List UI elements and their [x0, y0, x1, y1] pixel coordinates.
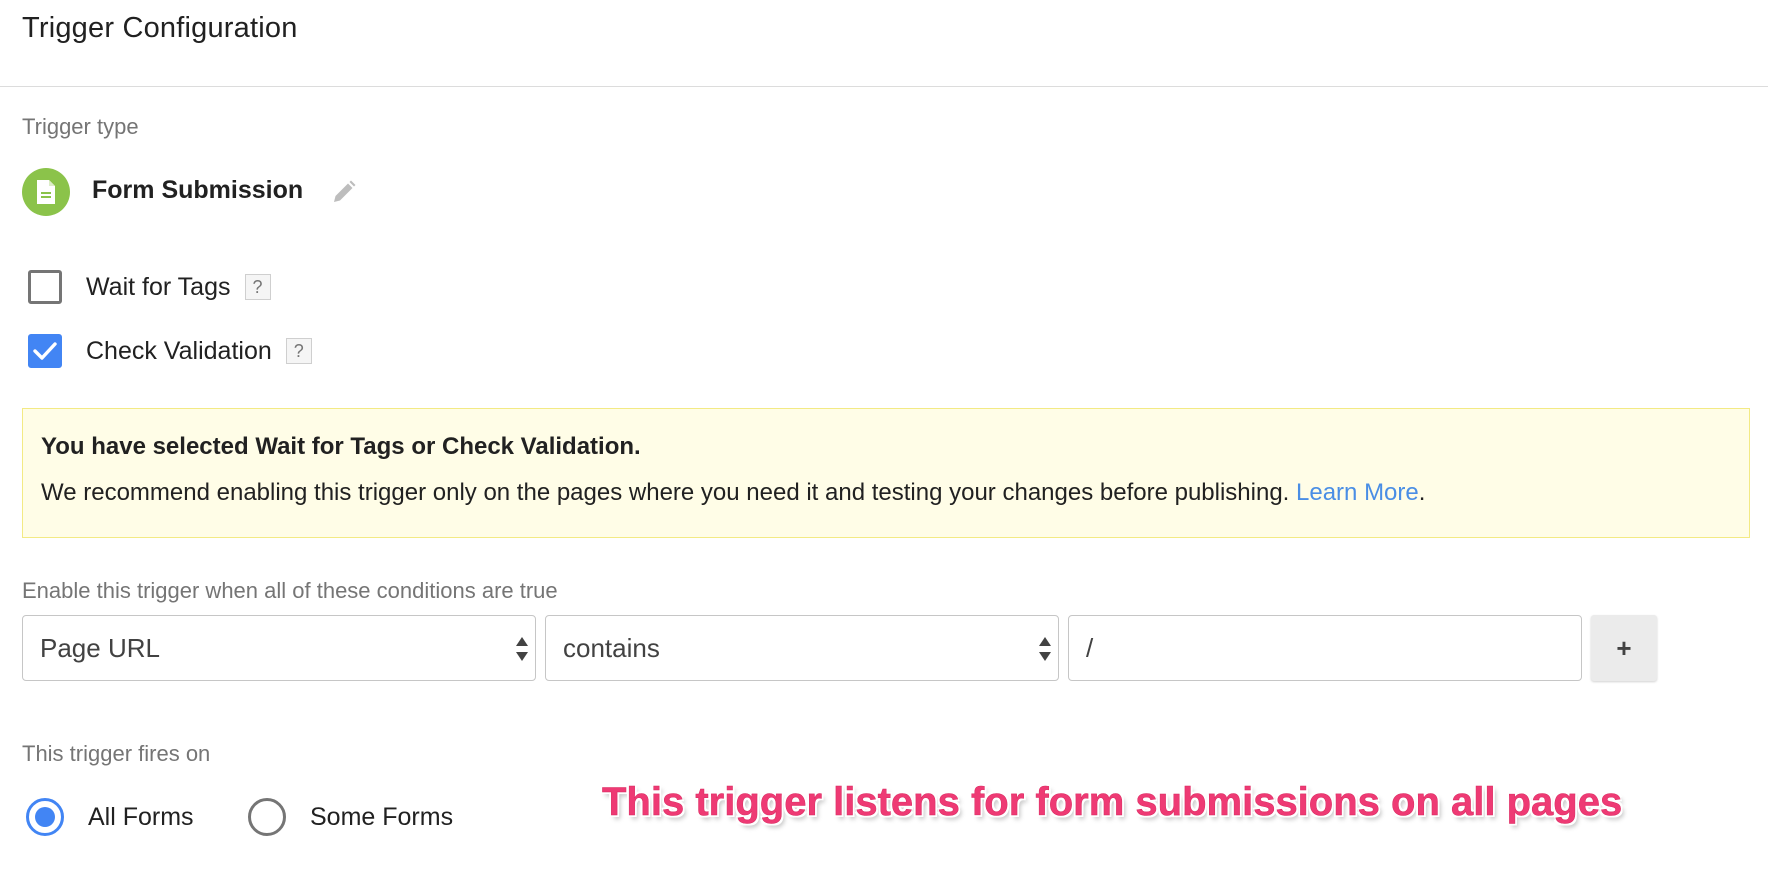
- all-forms-radio[interactable]: [26, 798, 64, 836]
- page-title: Trigger Configuration: [22, 12, 298, 44]
- checkmark-icon: [33, 342, 57, 360]
- condition-value-input[interactable]: [1068, 615, 1582, 681]
- trigger-configuration-page: Trigger Configuration Trigger type Form …: [0, 0, 1768, 870]
- check-validation-label: Check Validation: [86, 336, 272, 365]
- learn-more-link[interactable]: Learn More: [1296, 479, 1419, 506]
- pencil-icon[interactable]: [328, 176, 360, 208]
- some-forms-option[interactable]: Some Forms: [248, 796, 453, 838]
- conditions-label: Enable this trigger when all of these co…: [22, 578, 558, 603]
- variable-select-value: Page URL: [40, 632, 160, 663]
- select-arrows-icon: [516, 637, 528, 661]
- select-arrows-icon: [1039, 637, 1051, 661]
- some-forms-label: Some Forms: [310, 802, 454, 831]
- operator-select-value: contains: [563, 632, 660, 663]
- notice-title: You have selected Wait for Tags or Check…: [41, 433, 641, 460]
- notice-text: We recommend enabling this trigger only …: [41, 479, 1290, 506]
- trigger-type-name: Form Submission: [92, 176, 304, 204]
- trigger-type-label: Trigger type: [22, 114, 139, 139]
- operator-select[interactable]: contains: [545, 615, 1059, 681]
- help-icon[interactable]: ?: [285, 338, 312, 364]
- all-forms-label: All Forms: [88, 802, 194, 831]
- fires-on-label: This trigger fires on: [22, 741, 211, 766]
- wait-for-tags-checkbox[interactable]: [28, 270, 62, 304]
- help-icon[interactable]: ?: [244, 274, 271, 300]
- check-validation-option[interactable]: Check Validation ?: [28, 331, 312, 371]
- validation-notice: You have selected Wait for Tags or Check…: [22, 408, 1750, 538]
- wait-for-tags-label: Wait for Tags: [86, 272, 231, 301]
- check-validation-checkbox[interactable]: [28, 334, 62, 368]
- document-icon: [22, 168, 70, 216]
- variable-select[interactable]: Page URL: [22, 615, 536, 681]
- add-condition-button[interactable]: +: [1591, 615, 1657, 681]
- all-forms-option[interactable]: All Forms: [26, 796, 194, 838]
- wait-for-tags-option[interactable]: Wait for Tags ?: [28, 267, 271, 307]
- annotation-text: This trigger listens for form submission…: [602, 780, 1623, 825]
- header: Trigger Configuration: [0, 0, 1768, 87]
- notice-body: We recommend enabling this trigger only …: [41, 479, 1731, 507]
- notice-suffix: .: [1418, 479, 1426, 506]
- some-forms-radio[interactable]: [248, 798, 286, 836]
